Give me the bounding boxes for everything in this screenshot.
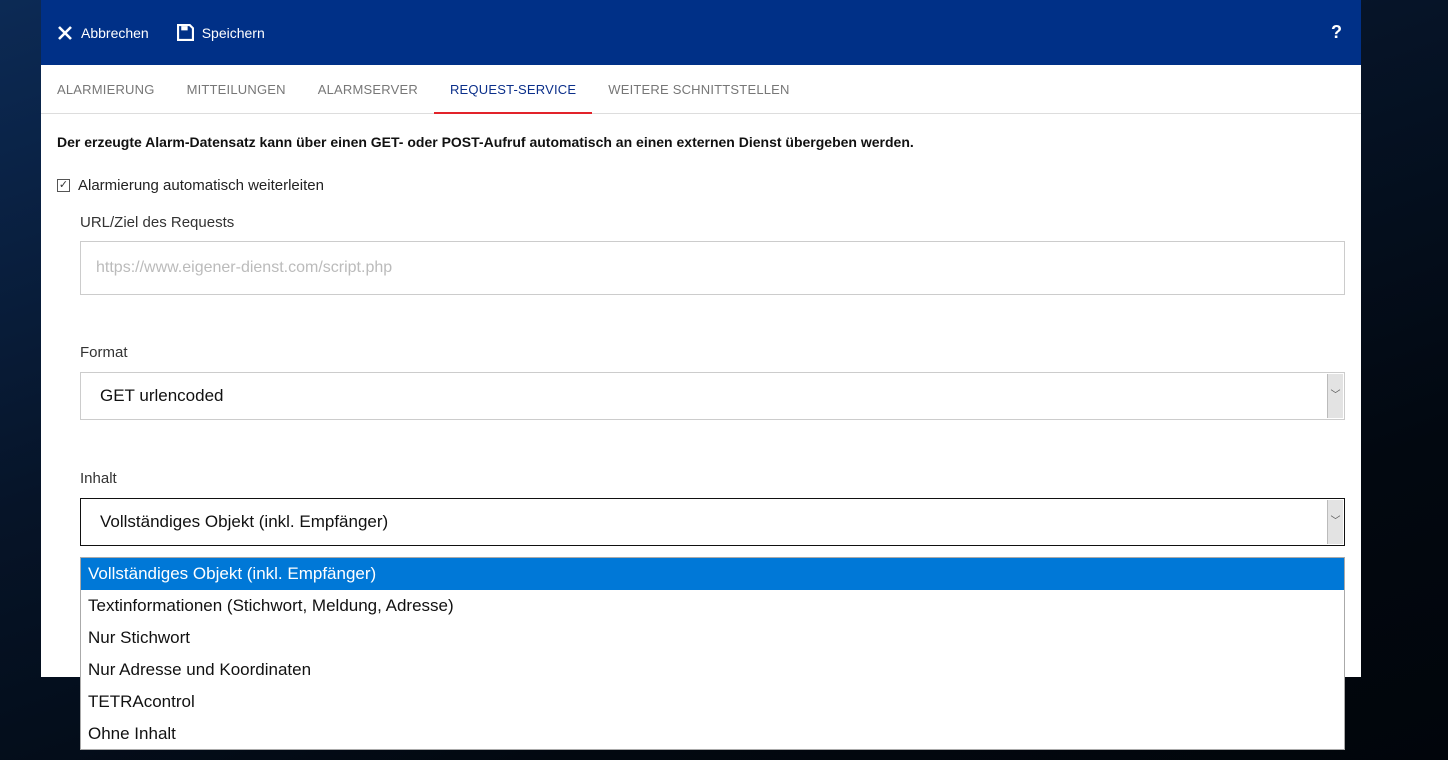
forward-label: Alarmierung automatisch weiterleiten [78,177,324,194]
option-nur-stichwort[interactable]: Nur Stichwort [81,622,1344,654]
url-placeholder: https://www.eigener-dienst.com/script.ph… [96,259,393,276]
tab-weitere-schnittstellen[interactable]: WEITERE SCHNITTSTELLEN [592,65,805,113]
forward-checkbox[interactable]: ✓ Alarmierung automatisch weiterleiten [57,177,1345,194]
description: Der erzeugte Alarm-Datensatz kann über e… [57,134,914,150]
tab-alarmierung[interactable]: ALARMIERUNG [41,65,171,113]
tab-mitteilungen[interactable]: MITTEILUNGEN [171,65,302,113]
close-icon [58,25,72,40]
help-button[interactable]: ? [1331,22,1342,43]
option-nur-adresse[interactable]: Nur Adresse und Koordinaten [81,654,1344,686]
content-select[interactable]: Vollständiges Objekt (inkl. Empfänger) ﹀ [80,498,1345,546]
tab-alarmserver[interactable]: ALARMSERVER [302,65,434,113]
save-button[interactable]: Speichern [176,24,265,41]
chevron-down-icon[interactable]: ﹀ [1327,374,1343,418]
save-label: Speichern [201,24,265,41]
format-label: Format [80,344,128,361]
content-label: Inhalt [80,470,117,487]
url-input[interactable]: https://www.eigener-dienst.com/script.ph… [80,241,1345,295]
format-value: GET urlencoded [100,386,224,405]
cancel-label: Abbrechen [81,24,149,41]
format-select[interactable]: GET urlencoded ﹀ [80,372,1345,420]
tab-bar: ALARMIERUNG MITTEILUNGEN ALARMSERVER REQ… [41,65,1361,114]
content-options-list: Vollständiges Objekt (inkl. Empfänger) T… [80,557,1345,750]
option-textinformationen[interactable]: Textinformationen (Stichwort, Meldung, A… [81,590,1344,622]
content-value: Vollständiges Objekt (inkl. Empfänger) [100,512,389,531]
chevron-down-icon[interactable]: ﹀ [1327,500,1343,544]
tab-request-service[interactable]: REQUEST-SERVICE [433,65,593,114]
option-tetracontrol[interactable]: TETRAcontrol [81,686,1344,718]
checkbox-checked-icon[interactable]: ✓ [57,179,70,192]
option-ohne-inhalt[interactable]: Ohne Inhalt [81,718,1344,750]
toolbar: Abbrechen Speichern ? [41,0,1361,65]
cancel-button[interactable]: Abbrechen [57,25,149,41]
option-vollstaendiges-objekt[interactable]: Vollständiges Objekt (inkl. Empfänger) [81,558,1344,590]
url-label: URL/Ziel des Requests [80,214,235,231]
save-icon [176,24,194,41]
